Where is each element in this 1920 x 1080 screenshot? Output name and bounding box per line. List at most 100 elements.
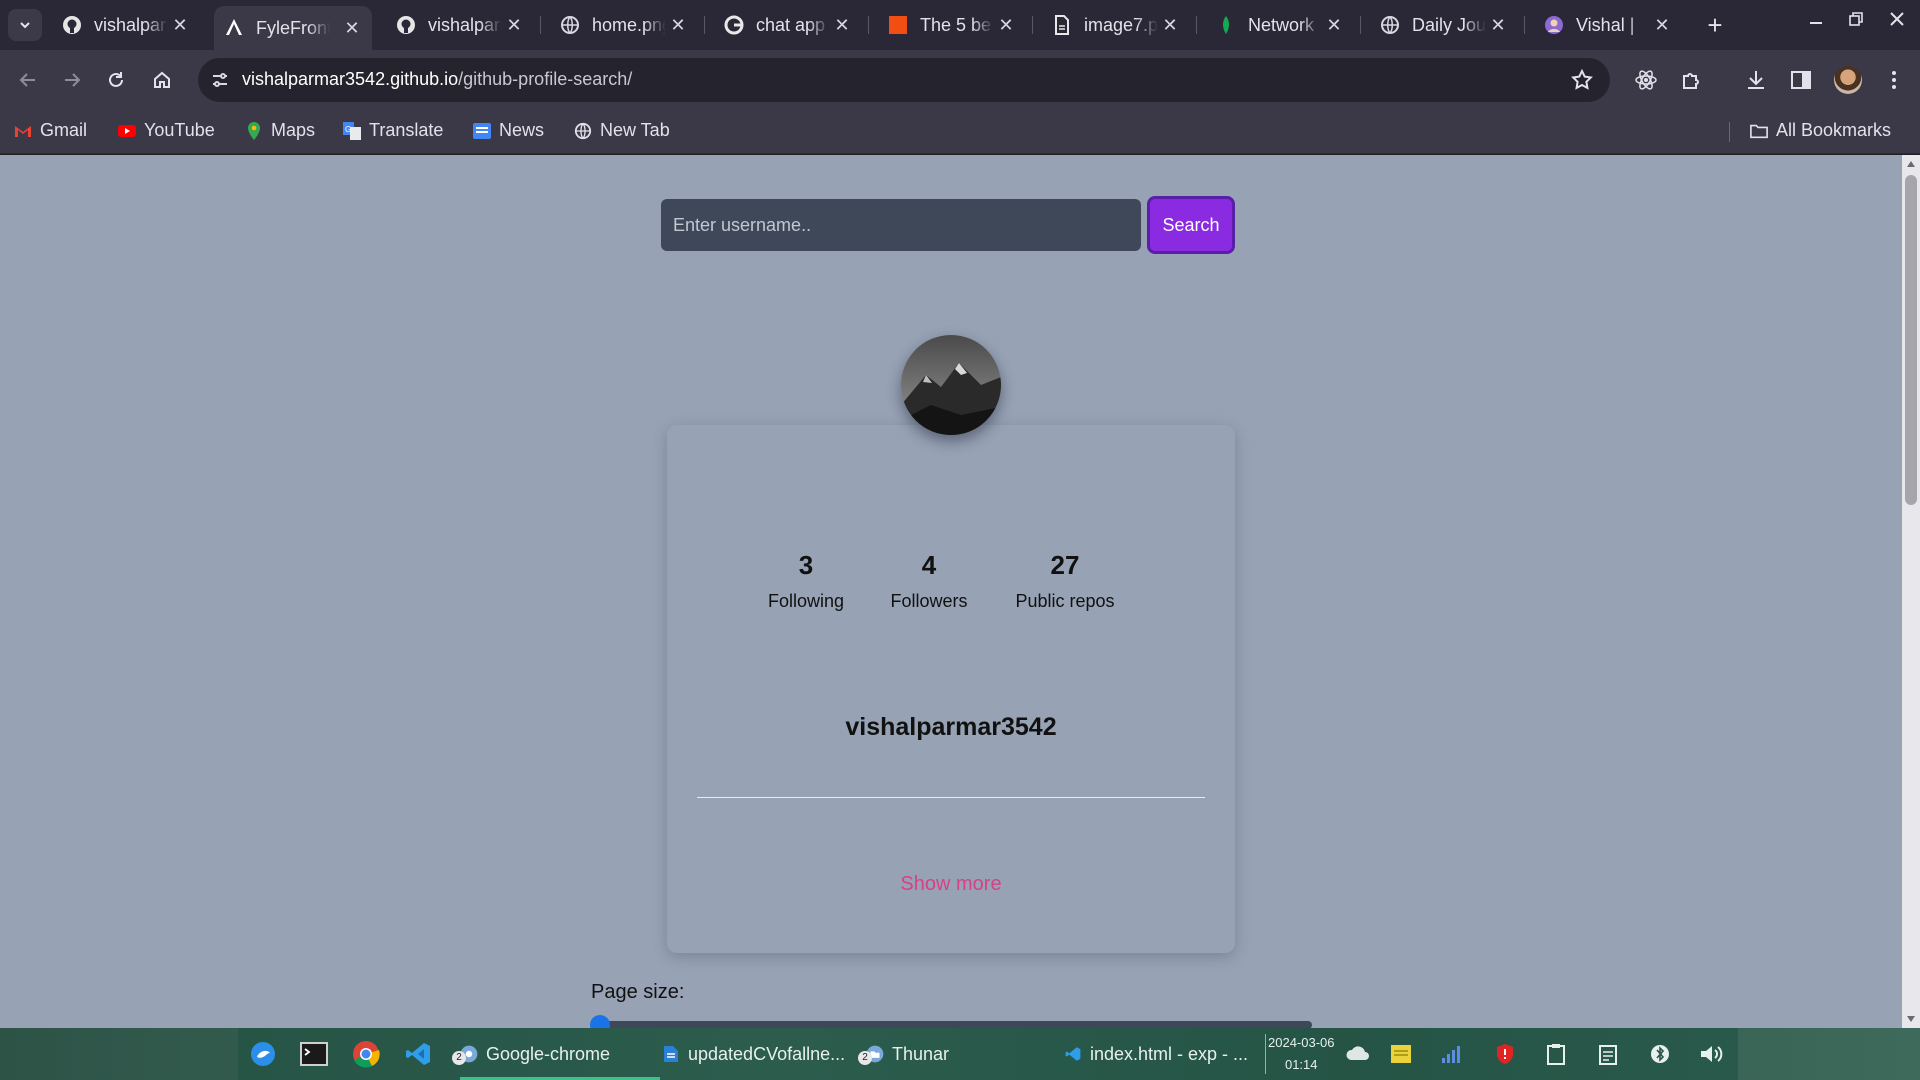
username-search-input[interactable] bbox=[661, 199, 1141, 251]
clock[interactable]: 2024-03-06 01:14 bbox=[1268, 1032, 1335, 1076]
bookmark-gmail[interactable]: Gmail bbox=[14, 120, 87, 141]
bookmarks-bar: Gmail YouTube Maps G Translate News New … bbox=[0, 110, 1920, 154]
page-scrollbar[interactable] bbox=[1902, 155, 1920, 1028]
tab-6[interactable]: image7.p ✕ bbox=[1042, 6, 1190, 44]
search-button[interactable]: Search bbox=[1147, 196, 1235, 254]
scrollbar-thumb[interactable] bbox=[1905, 175, 1917, 505]
address-bar[interactable]: vishalparmar3542.github.io/github-profil… bbox=[198, 58, 1610, 102]
tab-1-active[interactable]: FyleFrontend ✕ bbox=[214, 6, 372, 50]
side-panel-button[interactable] bbox=[1787, 66, 1815, 94]
clipboard-list-icon bbox=[1599, 1045, 1617, 1065]
stat-value: 3 bbox=[798, 550, 814, 580]
page-size-slider[interactable] bbox=[598, 1021, 1312, 1028]
youtube-icon bbox=[118, 122, 136, 140]
folder-icon bbox=[1750, 122, 1768, 140]
close-tab-icon[interactable]: ✕ bbox=[668, 15, 688, 36]
vscode-icon bbox=[1064, 1045, 1082, 1063]
folder-icon: 2 bbox=[858, 1045, 884, 1065]
mountain-photo-icon bbox=[901, 335, 1001, 435]
tab-search-button[interactable] bbox=[8, 9, 42, 41]
translate-icon: G bbox=[343, 121, 361, 140]
task-thunar[interactable]: 2 Thunar bbox=[858, 1028, 1016, 1080]
tab-divider bbox=[1360, 16, 1361, 34]
speaker-volume-icon bbox=[1701, 1046, 1723, 1062]
launcher-whisker-button[interactable] bbox=[247, 1038, 279, 1070]
back-button[interactable] bbox=[12, 64, 44, 96]
close-tab-icon[interactable]: ✕ bbox=[1652, 15, 1672, 36]
launcher-vscode-button[interactable] bbox=[402, 1038, 434, 1070]
launcher-chrome-button[interactable] bbox=[350, 1038, 382, 1070]
site-info-icon[interactable] bbox=[210, 70, 230, 90]
close-tab-icon[interactable]: ✕ bbox=[1324, 15, 1344, 36]
reload-button[interactable] bbox=[100, 64, 132, 96]
scroll-down-arrow[interactable] bbox=[1907, 1016, 1915, 1022]
tab-3[interactable]: home.png ✕ bbox=[550, 6, 698, 44]
chrome-icon bbox=[353, 1041, 380, 1068]
task-vscode-index[interactable]: index.html - exp - ... bbox=[1064, 1028, 1260, 1080]
task-updated-cv[interactable]: updatedCVofallne... bbox=[662, 1028, 852, 1080]
tray-clipman-button[interactable] bbox=[1594, 1040, 1622, 1068]
news-icon bbox=[473, 122, 491, 140]
bookmark-news[interactable]: News bbox=[473, 120, 544, 141]
gmail-icon bbox=[14, 122, 32, 140]
page-size-slider-thumb[interactable] bbox=[590, 1015, 610, 1028]
close-tab-icon[interactable]: ✕ bbox=[504, 15, 524, 36]
close-tab-icon[interactable]: ✕ bbox=[342, 18, 362, 39]
download-icon bbox=[1748, 71, 1764, 89]
minimize-button[interactable] bbox=[1801, 10, 1831, 33]
tray-volume-button[interactable] bbox=[1698, 1040, 1726, 1068]
close-tab-icon[interactable]: ✕ bbox=[996, 15, 1016, 36]
globe-icon bbox=[560, 15, 580, 35]
tray-weather-button[interactable] bbox=[1344, 1040, 1372, 1068]
tab-9[interactable]: Vishal | ✕ bbox=[1534, 6, 1682, 44]
tab-7[interactable]: Network ✕ bbox=[1206, 6, 1354, 44]
downloads-button[interactable] bbox=[1742, 66, 1770, 94]
tab-2[interactable]: vishalparmar3542 ✕ bbox=[386, 6, 534, 44]
tray-bluetooth-button[interactable] bbox=[1646, 1040, 1674, 1068]
bluetooth-icon bbox=[1651, 1045, 1669, 1063]
close-tab-icon[interactable]: ✕ bbox=[832, 15, 852, 36]
launcher-terminal-button[interactable] bbox=[298, 1038, 330, 1070]
extension-react-button[interactable] bbox=[1632, 66, 1660, 94]
tray-notes-button[interactable] bbox=[1387, 1040, 1415, 1068]
close-window-button[interactable] bbox=[1882, 10, 1912, 33]
restore-button[interactable] bbox=[1841, 10, 1871, 33]
tray-network-button[interactable] bbox=[1438, 1040, 1466, 1068]
new-tab-button[interactable]: + bbox=[1700, 10, 1730, 41]
scroll-up-arrow[interactable] bbox=[1907, 161, 1915, 167]
bookmark-new-tab[interactable]: New Tab bbox=[574, 120, 670, 141]
arrow-right-icon bbox=[65, 73, 81, 87]
profile-avatar bbox=[901, 335, 1001, 435]
tray-clipboard-button[interactable] bbox=[1542, 1040, 1570, 1068]
home-button[interactable] bbox=[146, 64, 178, 96]
tab-divider bbox=[1196, 16, 1197, 34]
all-bookmarks-button[interactable]: All Bookmarks bbox=[1750, 120, 1891, 141]
tab-divider bbox=[1032, 16, 1033, 34]
bookmark-star-icon[interactable] bbox=[1570, 68, 1594, 92]
bookmark-translate[interactable]: G Translate bbox=[343, 120, 443, 141]
browser-menu-button[interactable] bbox=[1880, 66, 1908, 94]
tab-0[interactable]: vishalparmar3542 ✕ bbox=[52, 6, 200, 44]
show-more-link[interactable]: Show more bbox=[667, 873, 1235, 896]
stat-followers: 4 Followers bbox=[886, 550, 972, 612]
close-icon bbox=[1890, 12, 1904, 26]
close-tab-icon[interactable]: ✕ bbox=[1160, 15, 1180, 36]
tray-security-button[interactable] bbox=[1491, 1040, 1519, 1068]
forward-button[interactable] bbox=[56, 64, 88, 96]
close-tab-icon[interactable]: ✕ bbox=[1488, 15, 1508, 36]
taskbar-divider bbox=[1265, 1034, 1266, 1074]
card-divider bbox=[697, 797, 1205, 798]
bookmark-maps[interactable]: Maps bbox=[245, 120, 315, 141]
close-tab-icon[interactable]: ✕ bbox=[170, 15, 190, 36]
page-size-label: Page size: bbox=[591, 981, 685, 1003]
tab-divider bbox=[540, 16, 541, 34]
tab-5[interactable]: The 5 be ✕ bbox=[878, 6, 1026, 44]
extensions-button[interactable] bbox=[1678, 66, 1706, 94]
tab-8[interactable]: Daily Jou ✕ bbox=[1370, 6, 1518, 44]
profile-avatar-small[interactable] bbox=[1834, 66, 1862, 94]
task-google-chrome[interactable]: 2 Google-chrome bbox=[452, 1028, 660, 1080]
tab-divider bbox=[1524, 16, 1525, 34]
bookmark-youtube[interactable]: YouTube bbox=[118, 120, 215, 141]
tab-4[interactable]: chat app ✕ bbox=[714, 6, 862, 44]
reload-icon bbox=[109, 72, 123, 87]
